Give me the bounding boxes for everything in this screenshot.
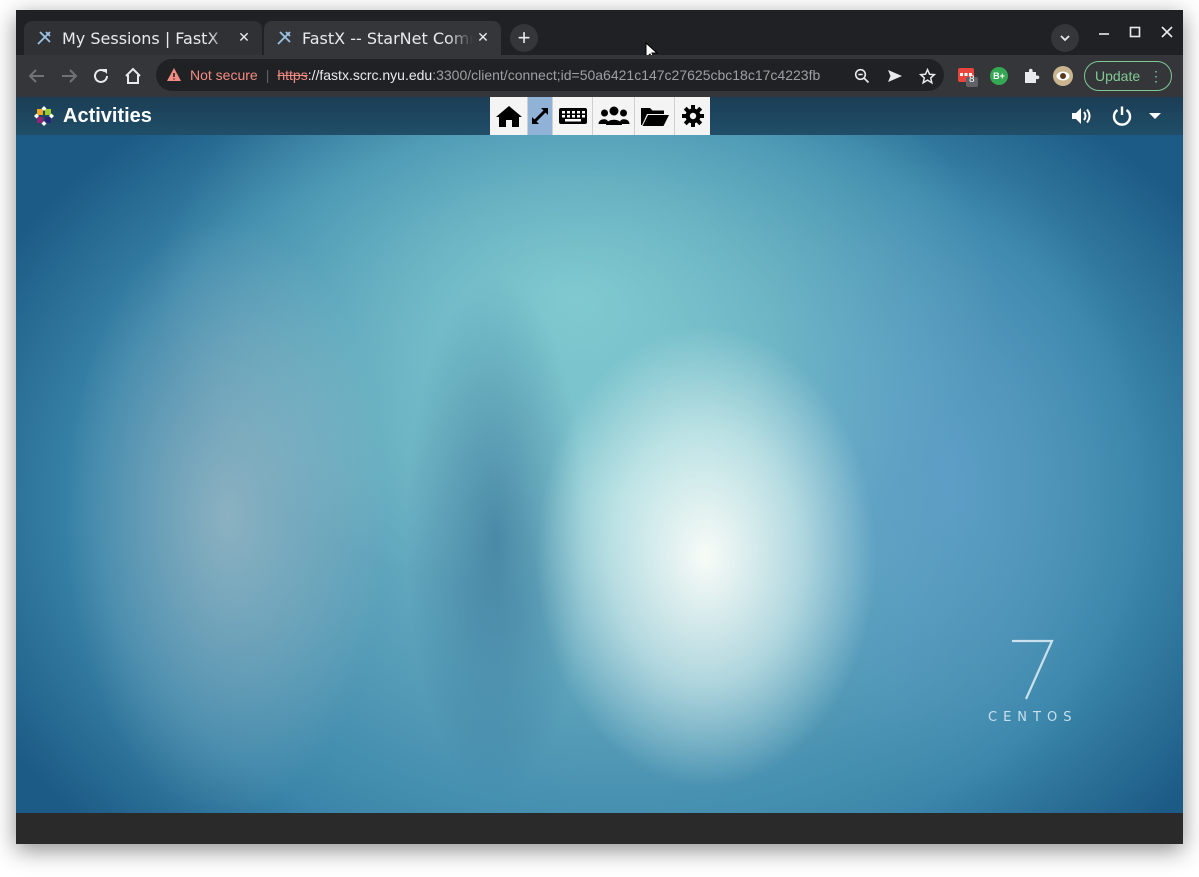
centos-wordmark: CENTOS — [988, 710, 1078, 725]
minimize-icon — [1099, 33, 1109, 35]
calendar-extension-icon[interactable]: 8 — [956, 65, 978, 87]
users-icon — [598, 106, 629, 125]
forward-button[interactable] — [54, 61, 84, 91]
fastx-toolbar — [490, 97, 710, 135]
tab-title: FastX -- StarNet Communications — [302, 28, 473, 48]
profile-avatar[interactable] — [1052, 65, 1074, 87]
security-label[interactable]: Not secure — [190, 67, 258, 83]
tab-strip: My Sessions | FastX ✕ FastX -- StarNet C… — [16, 10, 1183, 62]
fastx-files-button[interactable] — [635, 97, 675, 135]
folder-open-icon — [640, 108, 669, 126]
home-icon — [125, 67, 141, 84]
close-window-button[interactable] — [1152, 20, 1182, 44]
warning-icon[interactable] — [166, 66, 184, 84]
fullscreen-icon — [531, 107, 549, 125]
update-button[interactable]: Update ⋮ — [1084, 61, 1172, 91]
fastx-users-button[interactable] — [593, 97, 635, 135]
activities-button[interactable]: Activities — [34, 104, 152, 128]
tab-title: My Sessions | FastX — [62, 28, 219, 48]
maximize-icon — [1129, 26, 1141, 38]
divider: | — [265, 67, 270, 83]
tab-fastx-starnet[interactable]: FastX -- StarNet Communications ✕ — [264, 21, 501, 55]
centos-watermark: CENTOS — [988, 637, 1088, 732]
url-text[interactable]: https://fastx.scrc.nyu.edu:3300/client/c… — [277, 67, 847, 83]
gear-icon — [681, 105, 704, 127]
back-button[interactable] — [22, 61, 52, 91]
gnome-top-bar: Activities — [16, 97, 1183, 135]
new-tab-button[interactable]: + — [510, 24, 538, 52]
page-content: Activities CENTOS — [16, 97, 1183, 813]
browser-window: My Sessions | FastX ✕ FastX -- StarNet C… — [16, 10, 1183, 844]
extension-badge: 8 — [969, 74, 975, 85]
tab-my-sessions[interactable]: My Sessions | FastX ✕ — [24, 21, 262, 55]
fastx-fullscreen-button[interactable] — [528, 97, 553, 135]
close-icon — [1161, 26, 1173, 38]
reload-button[interactable] — [86, 61, 116, 91]
maximize-button[interactable] — [1120, 20, 1150, 44]
fastx-icon — [36, 30, 52, 46]
arrow-left-icon — [28, 69, 44, 83]
tab-search-button[interactable] — [1051, 24, 1079, 52]
puzzle-icon[interactable] — [1020, 65, 1042, 87]
fastx-keyboard-button[interactable] — [553, 97, 593, 135]
centos-seven-logo — [1012, 639, 1054, 700]
address-bar[interactable]: Not secure | https://fastx.scrc.nyu.edu:… — [156, 59, 944, 91]
browser-toolbar: Not secure | https://fastx.scrc.nyu.edu:… — [16, 55, 1183, 97]
reload-icon — [94, 68, 108, 83]
power-icon[interactable] — [1109, 105, 1135, 127]
star-icon[interactable] — [918, 67, 936, 85]
more-vert-icon[interactable]: ⋮ — [1149, 68, 1163, 85]
fastx-icon — [276, 30, 292, 46]
volume-icon[interactable] — [1069, 105, 1095, 127]
keyboard-icon — [558, 108, 587, 124]
system-menu-chevron-down-icon[interactable] — [1142, 105, 1168, 127]
minimize-button[interactable] — [1089, 20, 1119, 44]
centos-logo-icon — [34, 106, 54, 126]
b-plus-extension-icon[interactable]: B+ — [988, 65, 1010, 87]
arrow-right-icon — [62, 69, 78, 83]
activities-label: Activities — [63, 104, 152, 127]
home-icon — [495, 106, 522, 127]
send-icon[interactable] — [886, 67, 904, 85]
fastx-settings-button[interactable] — [675, 97, 710, 135]
home-button[interactable] — [118, 61, 148, 91]
chevron-down-icon — [1060, 35, 1070, 42]
fastx-home-button[interactable] — [490, 97, 528, 135]
zoom-out-icon[interactable] — [853, 67, 871, 85]
close-icon[interactable]: ✕ — [473, 28, 493, 48]
bottom-status-bar — [16, 813, 1183, 844]
close-icon[interactable]: ✕ — [234, 28, 254, 48]
